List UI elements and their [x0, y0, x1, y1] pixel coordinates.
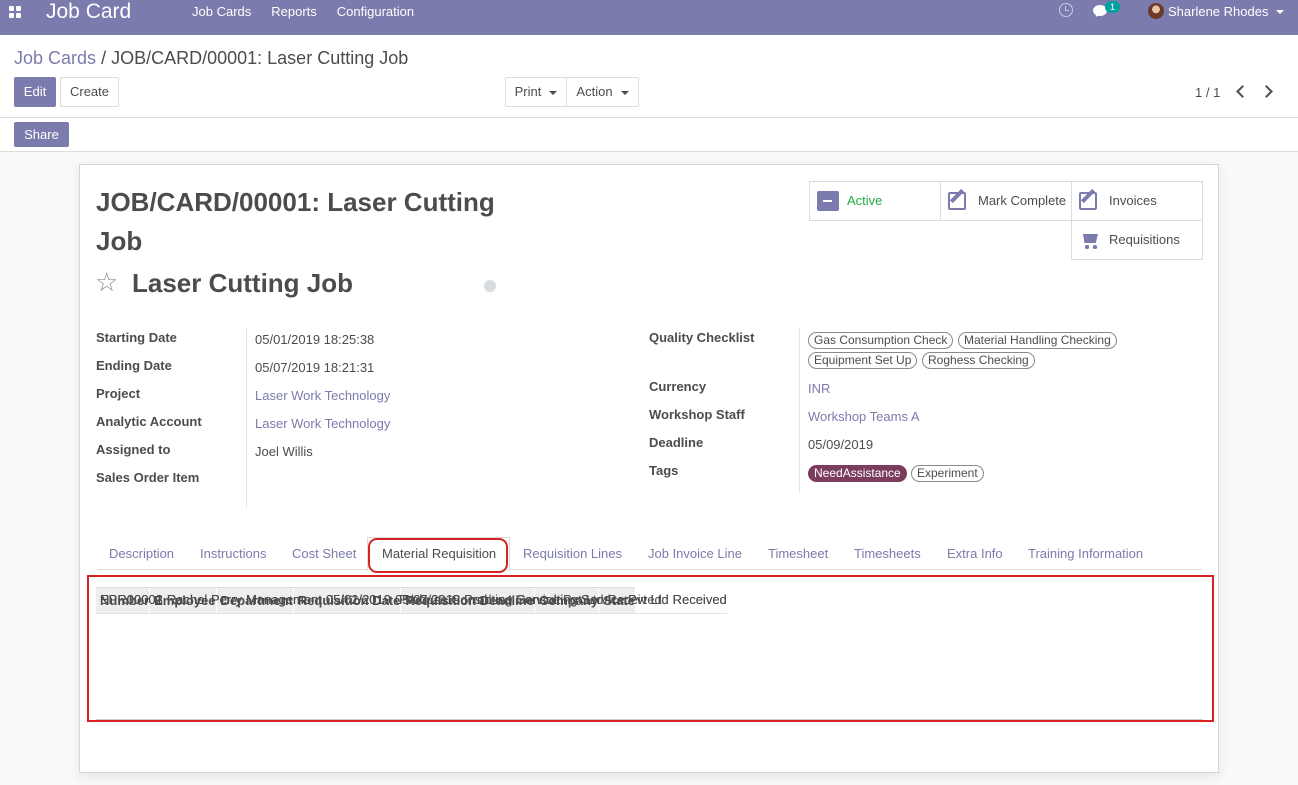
messages-count-badge: 1 [1105, 1, 1120, 13]
control-panel: Job Cards / JOB/CARD/00001: Laser Cuttin… [0, 35, 1298, 152]
action-caret-icon [620, 90, 629, 95]
requisitions-button[interactable]: Requisitions [1071, 220, 1203, 260]
label-project: Project [96, 386, 141, 401]
user-avatar[interactable] [1148, 3, 1164, 19]
main-menu: Job Cards Reports Configuration [182, 4, 424, 20]
highlight-box-requisitions-table [87, 575, 1214, 722]
edit-icon [948, 192, 966, 210]
label-tags: Tags [649, 463, 679, 478]
top-navbar: Job Card Job Cards Reports Configuration… [0, 0, 1298, 35]
print-label: Print [514, 84, 542, 99]
tab-training-information[interactable]: Training Information [1028, 546, 1143, 562]
active-label: Active [847, 193, 883, 208]
checklist-tag[interactable]: Equipment Set Up [808, 352, 918, 369]
right-fields-divider [799, 328, 800, 492]
assigned-to-value: Joel Willis [255, 444, 313, 459]
edit-button[interactable]: Edit [14, 77, 56, 107]
tabs-baseline [98, 569, 1202, 570]
tab-timesheet[interactable]: Timesheet [768, 546, 828, 562]
archive-box-icon [817, 191, 839, 211]
mark-complete-label: Mark Complete [978, 193, 1067, 208]
highlight-oval-active-tab [368, 538, 508, 573]
menu-configuration[interactable]: Configuration [327, 4, 424, 20]
left-fields-divider [246, 328, 247, 508]
shopping-cart-icon [1079, 230, 1101, 250]
tab-extra-info[interactable]: Extra Info [947, 546, 1003, 562]
record-name: Laser Cutting Job [132, 268, 354, 298]
deadline-value: 05/09/2019 [808, 437, 874, 452]
menu-reports[interactable]: Reports [261, 4, 327, 20]
apps-menu-icon[interactable] [9, 6, 21, 18]
tag-need-assistance[interactable]: NeedAssistance [808, 465, 907, 482]
workshop-staff-link[interactable]: Workshop Teams A [808, 409, 920, 425]
label-currency: Currency [649, 379, 707, 394]
user-menu-name[interactable]: Sharlene Rhodes [1168, 4, 1268, 20]
project-link[interactable]: Laser Work Technology [255, 388, 390, 404]
invoices-label: Invoices [1109, 193, 1157, 208]
tab-job-invoice-line[interactable]: Job Invoice Line [648, 546, 742, 562]
tag-experiment[interactable]: Experiment [911, 465, 984, 482]
analytic-account-link[interactable]: Laser Work Technology [255, 416, 390, 432]
starting-date-value: 05/01/2019 18:25:38 [255, 332, 375, 347]
print-dropdown[interactable]: Print [505, 77, 567, 107]
tab-timesheets[interactable]: Timesheets [854, 546, 921, 562]
label-quality-checklist: Quality Checklist [649, 330, 755, 345]
label-workshop-staff: Workshop Staff [649, 407, 745, 422]
tab-requisition-lines[interactable]: Requisition Lines [523, 546, 622, 562]
checklist-tag[interactable]: Roghess Checking [922, 352, 1035, 369]
activity-clock-icon[interactable] [1059, 3, 1073, 17]
pager-next-icon[interactable] [1260, 85, 1273, 98]
user-menu-caret-icon[interactable] [1276, 10, 1284, 14]
requisitions-label: Requisitions [1109, 232, 1180, 247]
record-title: JOB/CARD/00001: Laser Cutting Job [96, 187, 495, 256]
breadcrumb: Job Cards / JOB/CARD/00001: Laser Cuttin… [14, 48, 408, 68]
action-dropdown[interactable]: Action [566, 77, 639, 107]
tab-description[interactable]: Description [109, 546, 174, 562]
kanban-state-indicator[interactable] [484, 280, 496, 292]
checklist-tag[interactable]: Material Handling Checking [958, 332, 1117, 349]
pager-previous-icon[interactable] [1236, 85, 1249, 98]
menu-job-cards[interactable]: Job Cards [182, 4, 261, 20]
action-label: Action [576, 84, 613, 99]
control-panel-divider [0, 117, 1298, 118]
label-starting-date: Starting Date [96, 330, 177, 345]
label-sales-order-item: Sales Order Item [96, 470, 200, 485]
mark-complete-button[interactable]: Mark Complete [940, 181, 1072, 221]
active-toggle-button[interactable]: Active [809, 181, 941, 221]
create-button[interactable]: Create [60, 77, 119, 107]
currency-link[interactable]: INR [808, 381, 830, 397]
ending-date-value: 05/07/2019 18:21:31 [255, 360, 375, 375]
breadcrumb-job-cards[interactable]: Job Cards [14, 48, 96, 68]
pager-value[interactable]: 1 / 1 [1195, 85, 1220, 101]
tab-cost-sheet[interactable]: Cost Sheet [292, 546, 356, 562]
invoices-button[interactable]: Invoices [1071, 181, 1203, 221]
share-button[interactable]: Share [14, 122, 69, 147]
tab-instructions[interactable]: Instructions [200, 546, 266, 562]
form-sheet: JOB/CARD/00001: Laser Cutting Job ☆ Lase… [79, 164, 1219, 773]
checklist-tag[interactable]: Gas Consumption Check [808, 332, 954, 349]
label-assigned-to: Assigned to [96, 442, 171, 457]
favorite-star-icon[interactable]: ☆ [95, 268, 118, 296]
label-analytic-account: Analytic Account [96, 414, 202, 429]
app-brand[interactable]: Job Card [46, 0, 131, 24]
label-deadline: Deadline [649, 435, 704, 450]
breadcrumb-current: JOB/CARD/00001: Laser Cutting Job [111, 48, 409, 68]
breadcrumb-separator: / [101, 48, 107, 68]
label-ending-date: Ending Date [96, 358, 172, 373]
invoice-edit-icon [1079, 192, 1097, 210]
print-caret-icon [549, 90, 558, 95]
